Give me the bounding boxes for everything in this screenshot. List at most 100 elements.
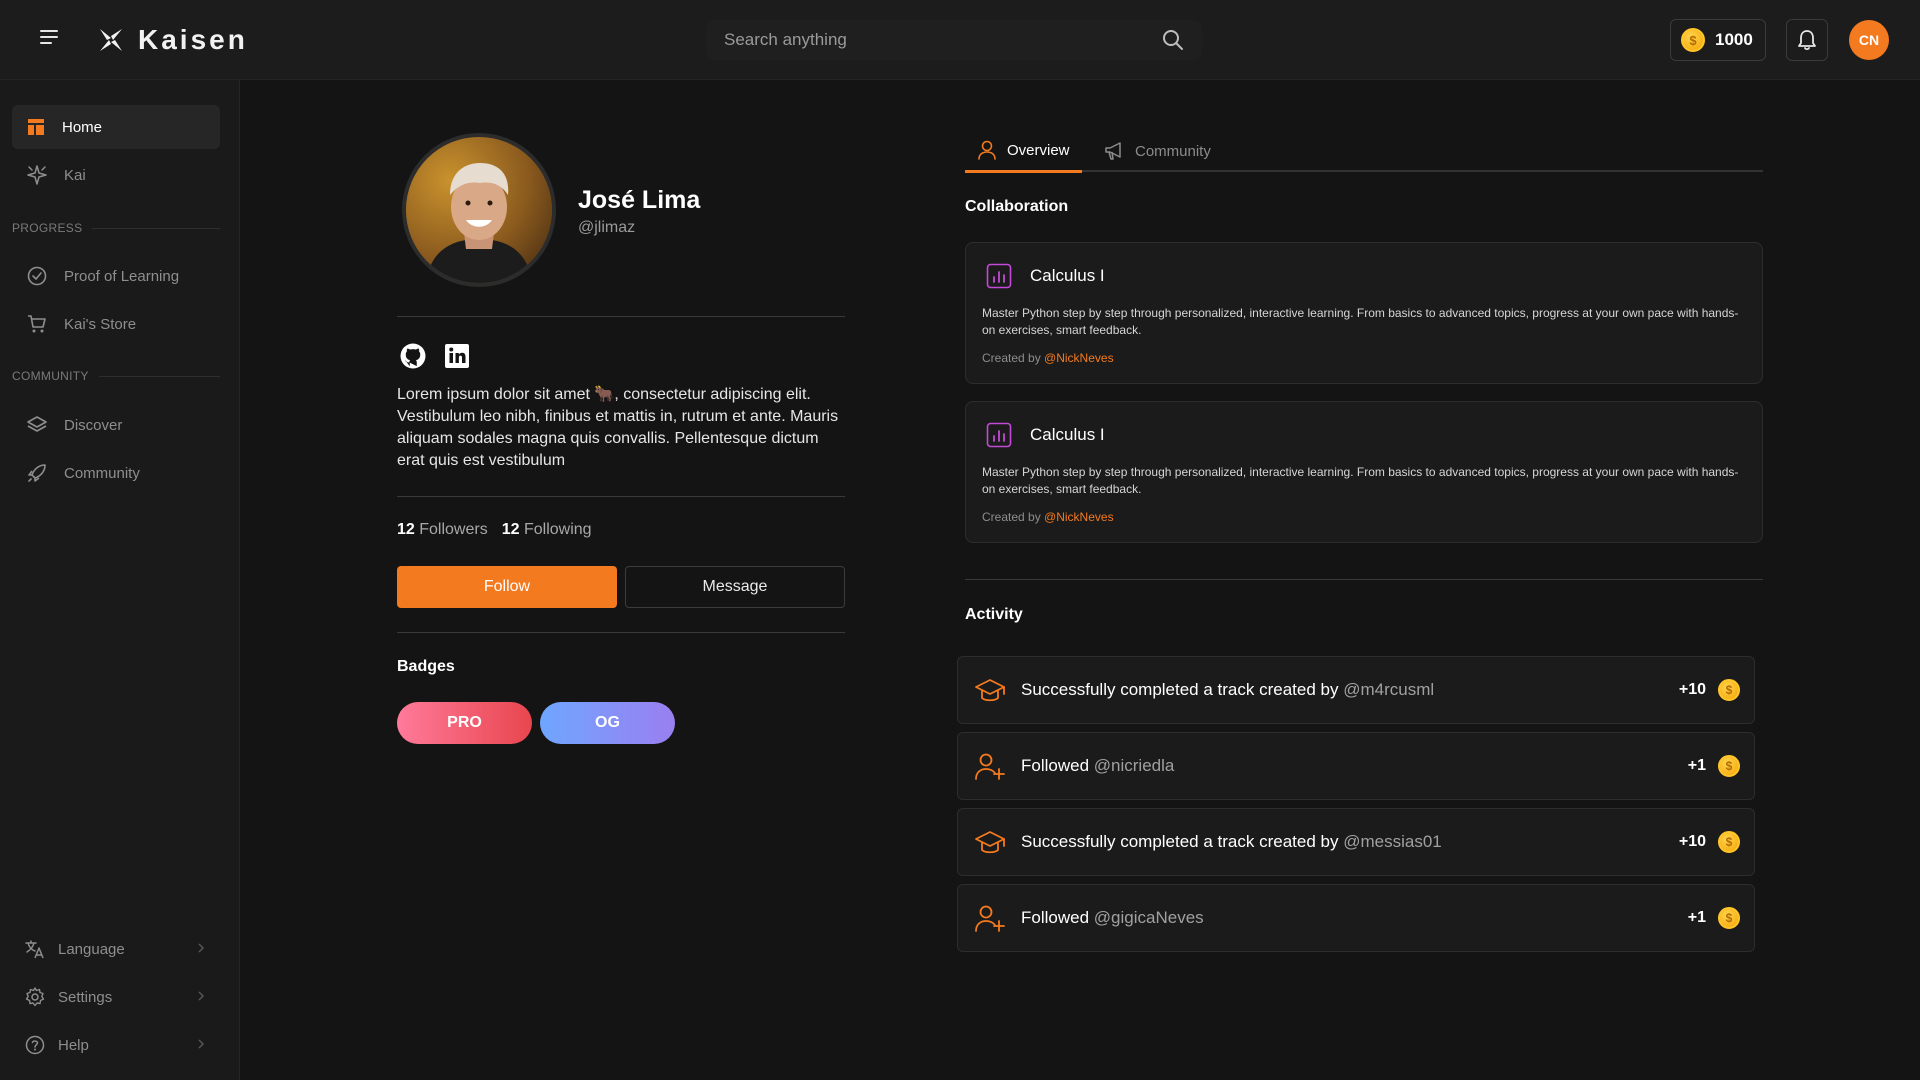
activity-user[interactable]: @nicriedla (1094, 756, 1175, 775)
collaboration-card[interactable]: Calculus I Master Python step by step th… (965, 401, 1763, 543)
sidebar-item-kai[interactable]: Kai (12, 153, 220, 197)
activity-points: +10 (1678, 681, 1706, 698)
sidebar-item-community[interactable]: Community (12, 451, 220, 495)
sidebar-item-label: Language (58, 940, 125, 958)
home-icon (28, 119, 44, 135)
activity-title: Activity (965, 606, 1023, 623)
sidebar-item-kais-store[interactable]: Kai's Store (12, 302, 220, 346)
help-icon (25, 1035, 45, 1055)
sidebar-item-label: Discover (64, 416, 123, 434)
sidebar-item-discover[interactable]: Discover (12, 403, 220, 447)
follow-stats: 12 Followers 12 Following (397, 521, 592, 539)
translate-icon (25, 940, 44, 959)
collaboration-card[interactable]: Calculus I Master Python step by step th… (965, 242, 1763, 384)
coin-balance-value: 1000 (1715, 30, 1753, 49)
divider (965, 579, 1763, 580)
sidebar: Home Kai PROGRESS Proof of Learning Kai'… (0, 80, 240, 1080)
card-title: Calculus I (1030, 266, 1105, 285)
top-bar: Kaisen $ 1000 CN (0, 0, 1920, 80)
tab-overview[interactable]: Overview (965, 130, 1082, 173)
coin-icon: $ (1718, 831, 1740, 853)
coin-icon: $ (1681, 28, 1705, 52)
activity-user[interactable]: @m4rcusml (1343, 680, 1434, 699)
section-label-progress: PROGRESS (12, 221, 220, 235)
card-title: Calculus I (1030, 425, 1105, 444)
coin-icon: $ (1718, 679, 1740, 701)
rocket-icon (28, 464, 46, 482)
collaboration-title: Collaboration (965, 198, 1069, 215)
sidebar-item-label: Help (58, 1036, 89, 1054)
card-author: Created by @NickNeves (982, 351, 1114, 365)
kaisen-logo-icon (100, 29, 122, 51)
badges-title: Badges (397, 658, 455, 675)
hamburger-menu-icon[interactable] (38, 28, 66, 52)
card-description: Master Python step by step through perso… (982, 465, 1739, 496)
activity-item[interactable]: Successfully completed a track created b… (957, 808, 1755, 876)
search-input[interactable] (724, 20, 1144, 60)
sidebar-item-language[interactable]: Language (12, 927, 220, 971)
activity-item[interactable]: Successfully completed a track created b… (957, 656, 1755, 724)
sidebar-item-help[interactable]: Help (12, 1023, 220, 1067)
author-link[interactable]: @NickNeves (1044, 351, 1114, 365)
activity-points: +1 (1687, 757, 1706, 774)
sidebar-item-settings[interactable]: Settings (12, 975, 220, 1019)
graduation-cap-icon (975, 679, 1005, 702)
card-author: Created by @NickNeves (982, 510, 1114, 524)
user-avatar[interactable]: CN (1849, 20, 1889, 60)
followers-stat[interactable]: 12 Followers (397, 521, 488, 539)
coin-balance[interactable]: $ 1000 (1670, 19, 1766, 61)
follow-button[interactable]: Follow (397, 566, 617, 608)
activity-text: Followed @gigicaNeves (1021, 908, 1204, 927)
graduation-cap-icon (975, 831, 1005, 854)
author-link[interactable]: @NickNeves (1044, 510, 1114, 524)
activity-user[interactable]: @gigicaNeves (1094, 908, 1204, 927)
activity-points: +1 (1687, 909, 1706, 926)
activity-text: Followed @nicriedla (1021, 756, 1175, 775)
github-icon[interactable] (399, 342, 427, 370)
activity-points: +10 (1678, 833, 1706, 850)
brand-name: Kaisen (138, 24, 248, 55)
linkedin-icon[interactable] (443, 342, 471, 370)
user-plus-icon (975, 905, 1005, 932)
sidebar-item-label: Settings (58, 988, 113, 1006)
layers-icon (27, 416, 47, 432)
sidebar-item-label: Community (64, 464, 140, 482)
cart-icon (28, 315, 46, 333)
tab-label: Community (1135, 142, 1211, 160)
brand-logo[interactable]: Kaisen (96, 24, 248, 56)
tab-community[interactable]: Community (1091, 130, 1223, 172)
divider (397, 496, 845, 497)
chevron-right-icon (198, 991, 205, 1001)
section-label-community: COMMUNITY (12, 369, 220, 383)
message-button[interactable]: Message (625, 566, 845, 608)
search-bar (706, 20, 1202, 60)
bell-icon (1798, 30, 1816, 51)
activity-user[interactable]: @messias01 (1343, 832, 1442, 851)
sidebar-item-label: Proof of Learning (64, 267, 180, 285)
coin-icon: $ (1718, 755, 1740, 777)
chevron-right-icon (198, 943, 205, 953)
sparkle-icon (27, 165, 47, 185)
search-icon[interactable] (1162, 29, 1184, 51)
activity-item[interactable]: Followed @nicriedla +1 $ (957, 732, 1755, 800)
following-stat[interactable]: 12 Following (502, 521, 592, 539)
divider (397, 632, 845, 633)
sidebar-item-proof-of-learning[interactable]: Proof of Learning (12, 254, 220, 298)
activity-text: Successfully completed a track created b… (1021, 832, 1442, 851)
chart-icon (986, 263, 1012, 289)
coin-icon: $ (1718, 907, 1740, 929)
chevron-right-icon (198, 1039, 205, 1049)
activity-item[interactable]: Followed @gigicaNeves +1 $ (957, 884, 1755, 952)
profile-photo (402, 133, 556, 287)
user-plus-icon (975, 753, 1005, 780)
notifications-button[interactable] (1786, 19, 1828, 61)
sidebar-item-home[interactable]: Home (12, 105, 220, 149)
profile-bio: Lorem ipsum dolor sit amet 🐂, consectetu… (397, 386, 839, 469)
divider (397, 316, 845, 317)
profile-tabs: Overview Community (965, 130, 1763, 173)
gear-icon (25, 987, 45, 1007)
profile-handle: @jlimaz (578, 219, 636, 236)
check-circle-icon (27, 266, 47, 286)
user-icon (978, 140, 996, 160)
card-description: Master Python step by step through perso… (982, 306, 1739, 337)
